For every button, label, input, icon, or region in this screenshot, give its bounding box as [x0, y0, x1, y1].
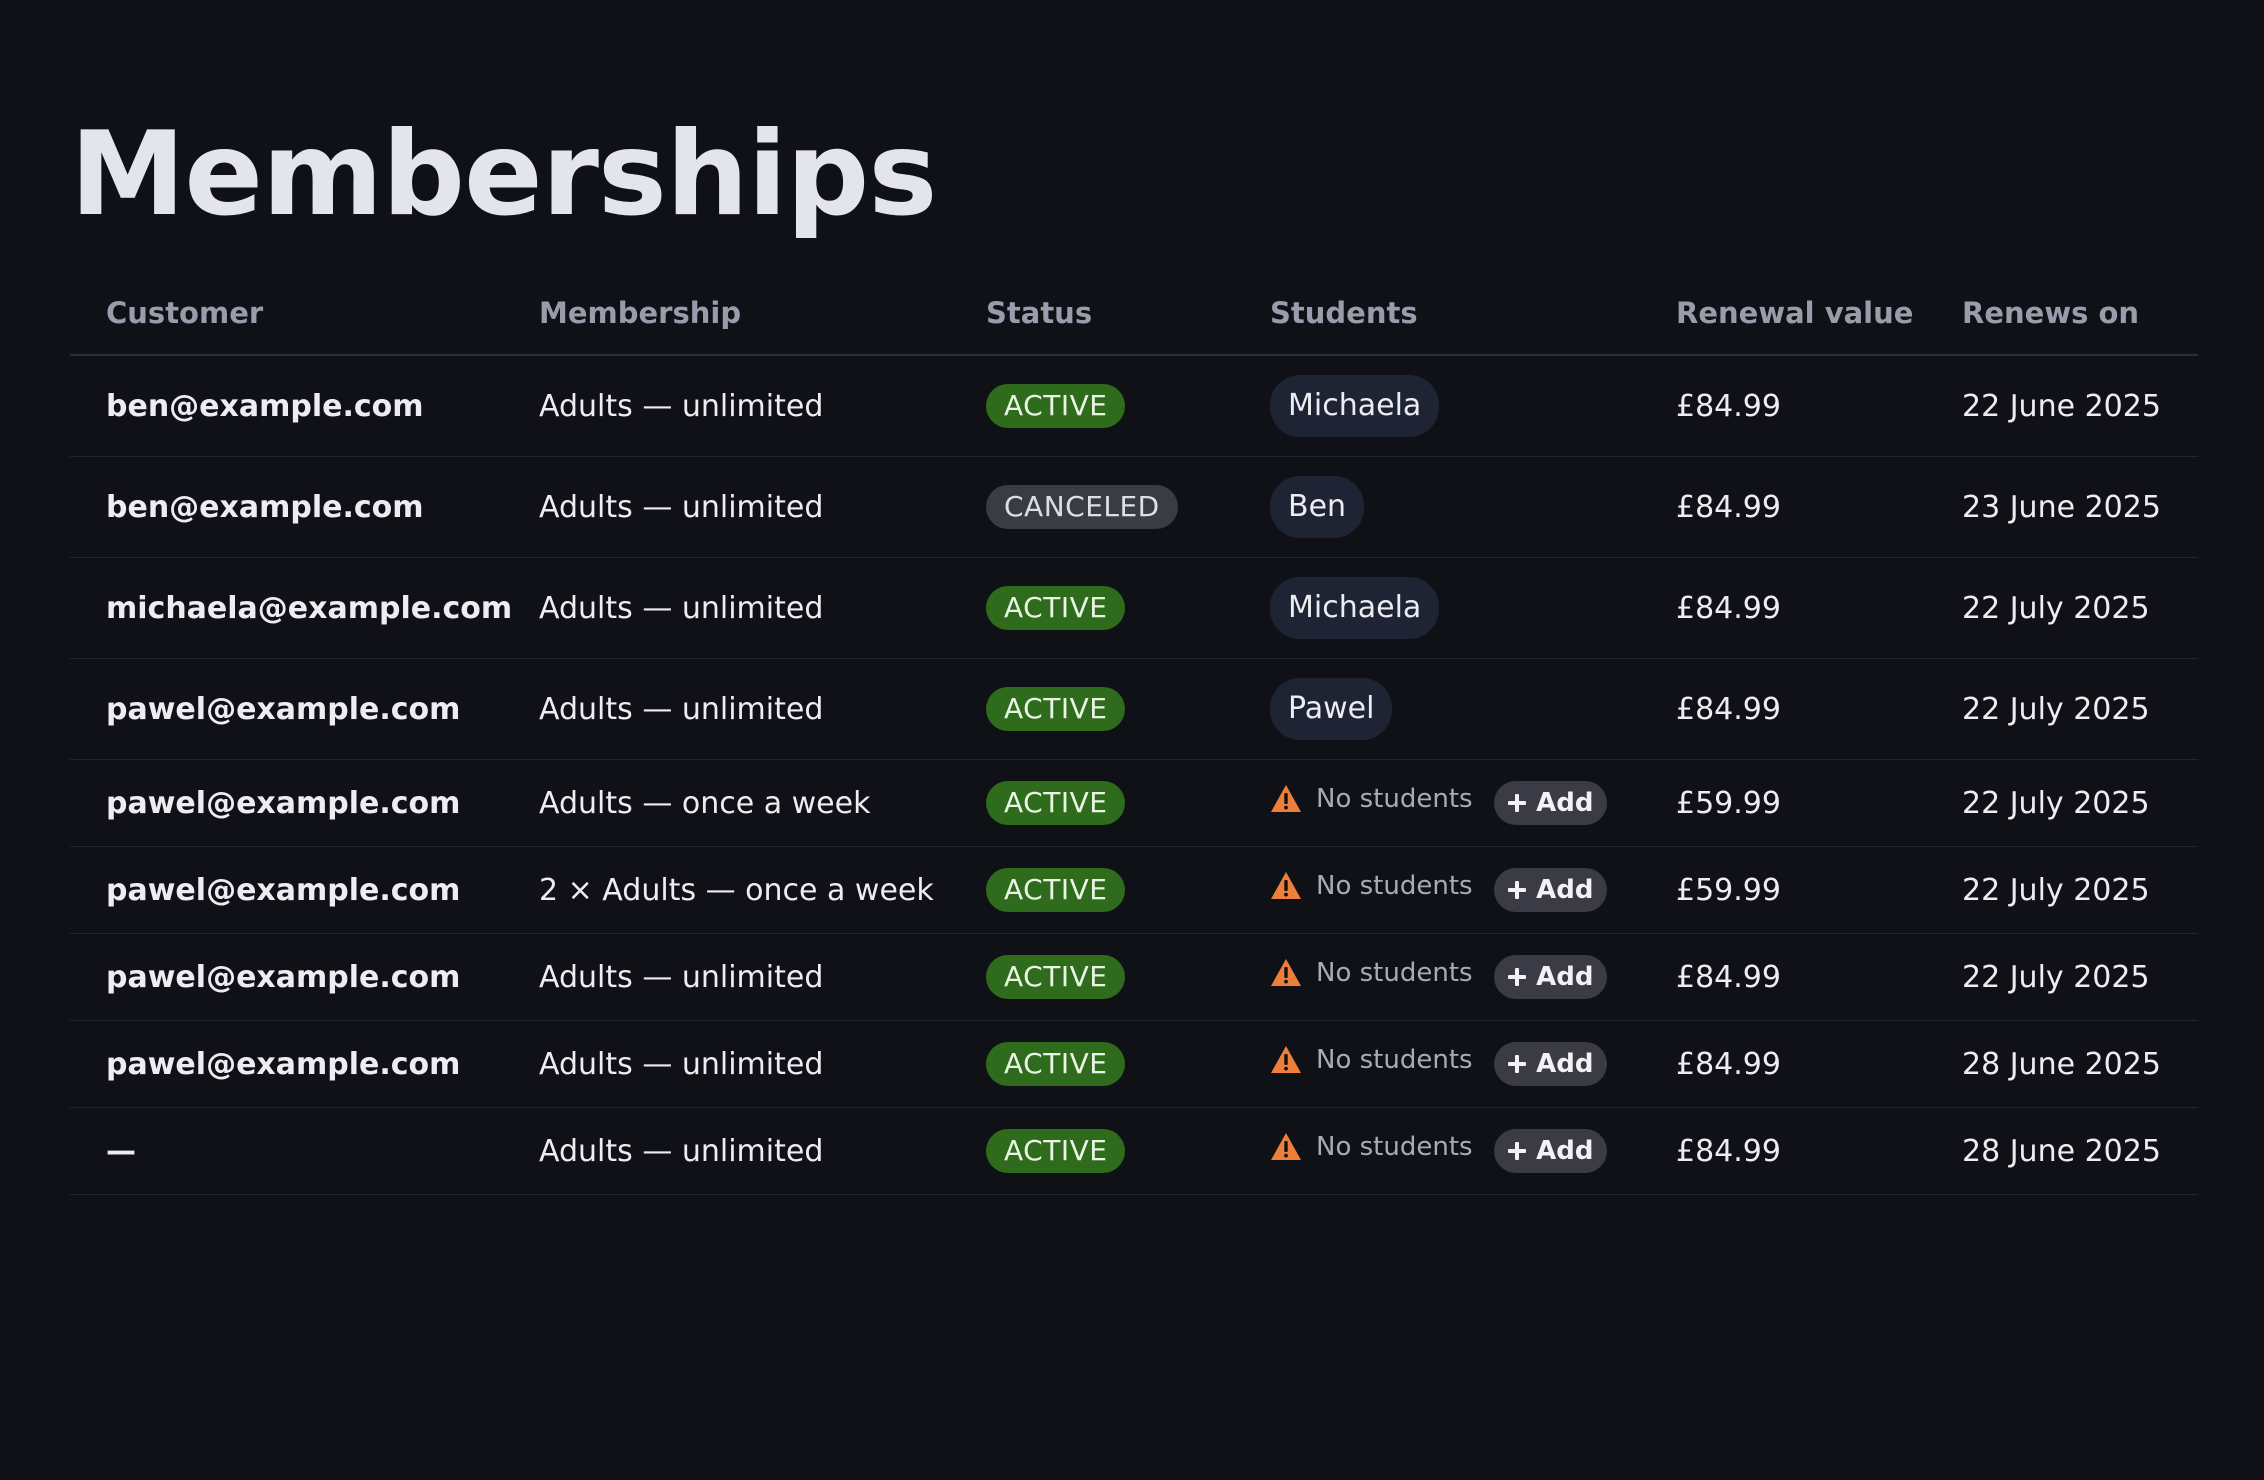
warning-triangle-icon: [1270, 1132, 1302, 1162]
status-badge: ACTIVE: [986, 868, 1126, 912]
column-header-customer[interactable]: Customer: [70, 272, 503, 356]
column-header-renewal-value[interactable]: Renewal value: [1640, 272, 1926, 356]
status-badge: ACTIVE: [986, 1042, 1126, 1086]
column-header-students[interactable]: Students: [1234, 272, 1640, 356]
no-students-indicator: No students: [1270, 958, 1473, 988]
table-row[interactable]: pawel@example.com 2 × Adults — once a we…: [70, 846, 2198, 934]
status-badge: ACTIVE: [986, 1129, 1126, 1173]
memberships-table: Customer Membership Status Students Rene…: [70, 272, 2198, 1195]
table-row[interactable]: pawel@example.com Adults — unlimited ACT…: [70, 933, 2198, 1021]
membership-name: Adults — unlimited: [503, 557, 950, 659]
membership-name: 2 × Adults — once a week: [503, 846, 950, 934]
customer-email: ben@example.com: [70, 355, 503, 457]
status-badge: ACTIVE: [986, 586, 1126, 630]
table-row[interactable]: ben@example.com Adults — unlimited ACTIV…: [70, 355, 2198, 457]
table-row[interactable]: pawel@example.com Adults — once a week A…: [70, 759, 2198, 847]
plus-icon: [1506, 1053, 1528, 1075]
status-badge: ACTIVE: [986, 781, 1126, 825]
warning-triangle-icon: [1270, 958, 1302, 988]
table-header-row: Customer Membership Status Students Rene…: [70, 272, 2198, 356]
renews-on-date: 22 July 2025: [1926, 658, 2198, 760]
student-chip[interactable]: Pawel: [1270, 678, 1393, 740]
table-row[interactable]: pawel@example.com Adults — unlimited ACT…: [70, 1020, 2198, 1108]
renews-on-date: 22 July 2025: [1926, 933, 2198, 1021]
plus-icon: [1506, 966, 1528, 988]
renewal-value: £84.99: [1640, 355, 1926, 457]
renews-on-date: 23 June 2025: [1926, 456, 2198, 558]
renews-on-date: 22 July 2025: [1926, 557, 2198, 659]
add-student-button[interactable]: Add: [1494, 868, 1608, 912]
renewal-value: £84.99: [1640, 933, 1926, 1021]
table-row[interactable]: michaela@example.com Adults — unlimited …: [70, 557, 2198, 659]
customer-email: pawel@example.com: [70, 658, 503, 760]
renewal-value: £59.99: [1640, 759, 1926, 847]
add-student-button[interactable]: Add: [1494, 1129, 1608, 1173]
plus-icon: [1506, 879, 1528, 901]
add-button-label: Add: [1536, 962, 1594, 992]
renewal-value: £84.99: [1640, 1107, 1926, 1195]
customer-email: pawel@example.com: [70, 1020, 503, 1108]
renewal-value: £84.99: [1640, 557, 1926, 659]
add-button-label: Add: [1536, 1049, 1594, 1079]
renewal-value: £84.99: [1640, 456, 1926, 558]
column-header-renews-on[interactable]: Renews on: [1926, 272, 2198, 356]
membership-name: Adults — unlimited: [503, 933, 950, 1021]
plus-icon: [1506, 1140, 1528, 1162]
membership-name: Adults — unlimited: [503, 1107, 950, 1195]
no-students-label: No students: [1316, 871, 1473, 901]
renewal-value: £59.99: [1640, 846, 1926, 934]
customer-email: pawel@example.com: [70, 846, 503, 934]
renews-on-date: 22 June 2025: [1926, 355, 2198, 457]
add-student-button[interactable]: Add: [1494, 781, 1608, 825]
student-chip[interactable]: Michaela: [1270, 375, 1440, 437]
customer-email: michaela@example.com: [70, 557, 512, 659]
column-header-status[interactable]: Status: [950, 272, 1234, 356]
no-students-label: No students: [1316, 784, 1473, 814]
renewal-value: £84.99: [1640, 658, 1926, 760]
membership-name: Adults — unlimited: [503, 355, 950, 457]
renews-on-date: 22 July 2025: [1926, 846, 2198, 934]
page-title: Memberships: [70, 107, 937, 242]
warning-triangle-icon: [1270, 1045, 1302, 1075]
renews-on-date: 22 July 2025: [1926, 759, 2198, 847]
table-row[interactable]: ben@example.com Adults — unlimited CANCE…: [70, 456, 2198, 558]
no-students-indicator: No students: [1270, 784, 1473, 814]
no-students-label: No students: [1316, 1132, 1473, 1162]
status-badge: ACTIVE: [986, 384, 1126, 428]
add-button-label: Add: [1536, 875, 1594, 905]
add-button-label: Add: [1536, 788, 1594, 818]
add-button-label: Add: [1536, 1136, 1594, 1166]
warning-triangle-icon: [1270, 784, 1302, 814]
customer-email: ben@example.com: [70, 456, 503, 558]
column-header-membership[interactable]: Membership: [503, 272, 950, 356]
customer-email: pawel@example.com: [70, 933, 503, 1021]
no-students-indicator: No students: [1270, 871, 1473, 901]
add-student-button[interactable]: Add: [1494, 1042, 1608, 1086]
no-students-indicator: No students: [1270, 1045, 1473, 1075]
membership-name: Adults — unlimited: [503, 456, 950, 558]
no-students-label: No students: [1316, 958, 1473, 988]
no-students-label: No students: [1316, 1045, 1473, 1075]
add-student-button[interactable]: Add: [1494, 955, 1608, 999]
renewal-value: £84.99: [1640, 1020, 1926, 1108]
customer-email: —: [70, 1107, 503, 1195]
memberships-page: Memberships Customer Membership Status S…: [0, 0, 2264, 1480]
table-row[interactable]: — Adults — unlimited ACTIVE No students: [70, 1107, 2198, 1195]
no-students-indicator: No students: [1270, 1132, 1473, 1162]
student-chip[interactable]: Ben: [1270, 476, 1365, 538]
renews-on-date: 28 June 2025: [1926, 1020, 2198, 1108]
membership-name: Adults — unlimited: [503, 1020, 950, 1108]
membership-name: Adults — once a week: [503, 759, 950, 847]
status-badge: ACTIVE: [986, 687, 1126, 731]
table-row[interactable]: pawel@example.com Adults — unlimited ACT…: [70, 658, 2198, 760]
renews-on-date: 28 June 2025: [1926, 1107, 2198, 1195]
status-badge: ACTIVE: [986, 955, 1126, 999]
membership-name: Adults — unlimited: [503, 658, 950, 760]
status-badge: CANCELED: [986, 485, 1178, 529]
student-chip[interactable]: Michaela: [1270, 577, 1440, 639]
plus-icon: [1506, 792, 1528, 814]
customer-email: pawel@example.com: [70, 759, 503, 847]
warning-triangle-icon: [1270, 871, 1302, 901]
